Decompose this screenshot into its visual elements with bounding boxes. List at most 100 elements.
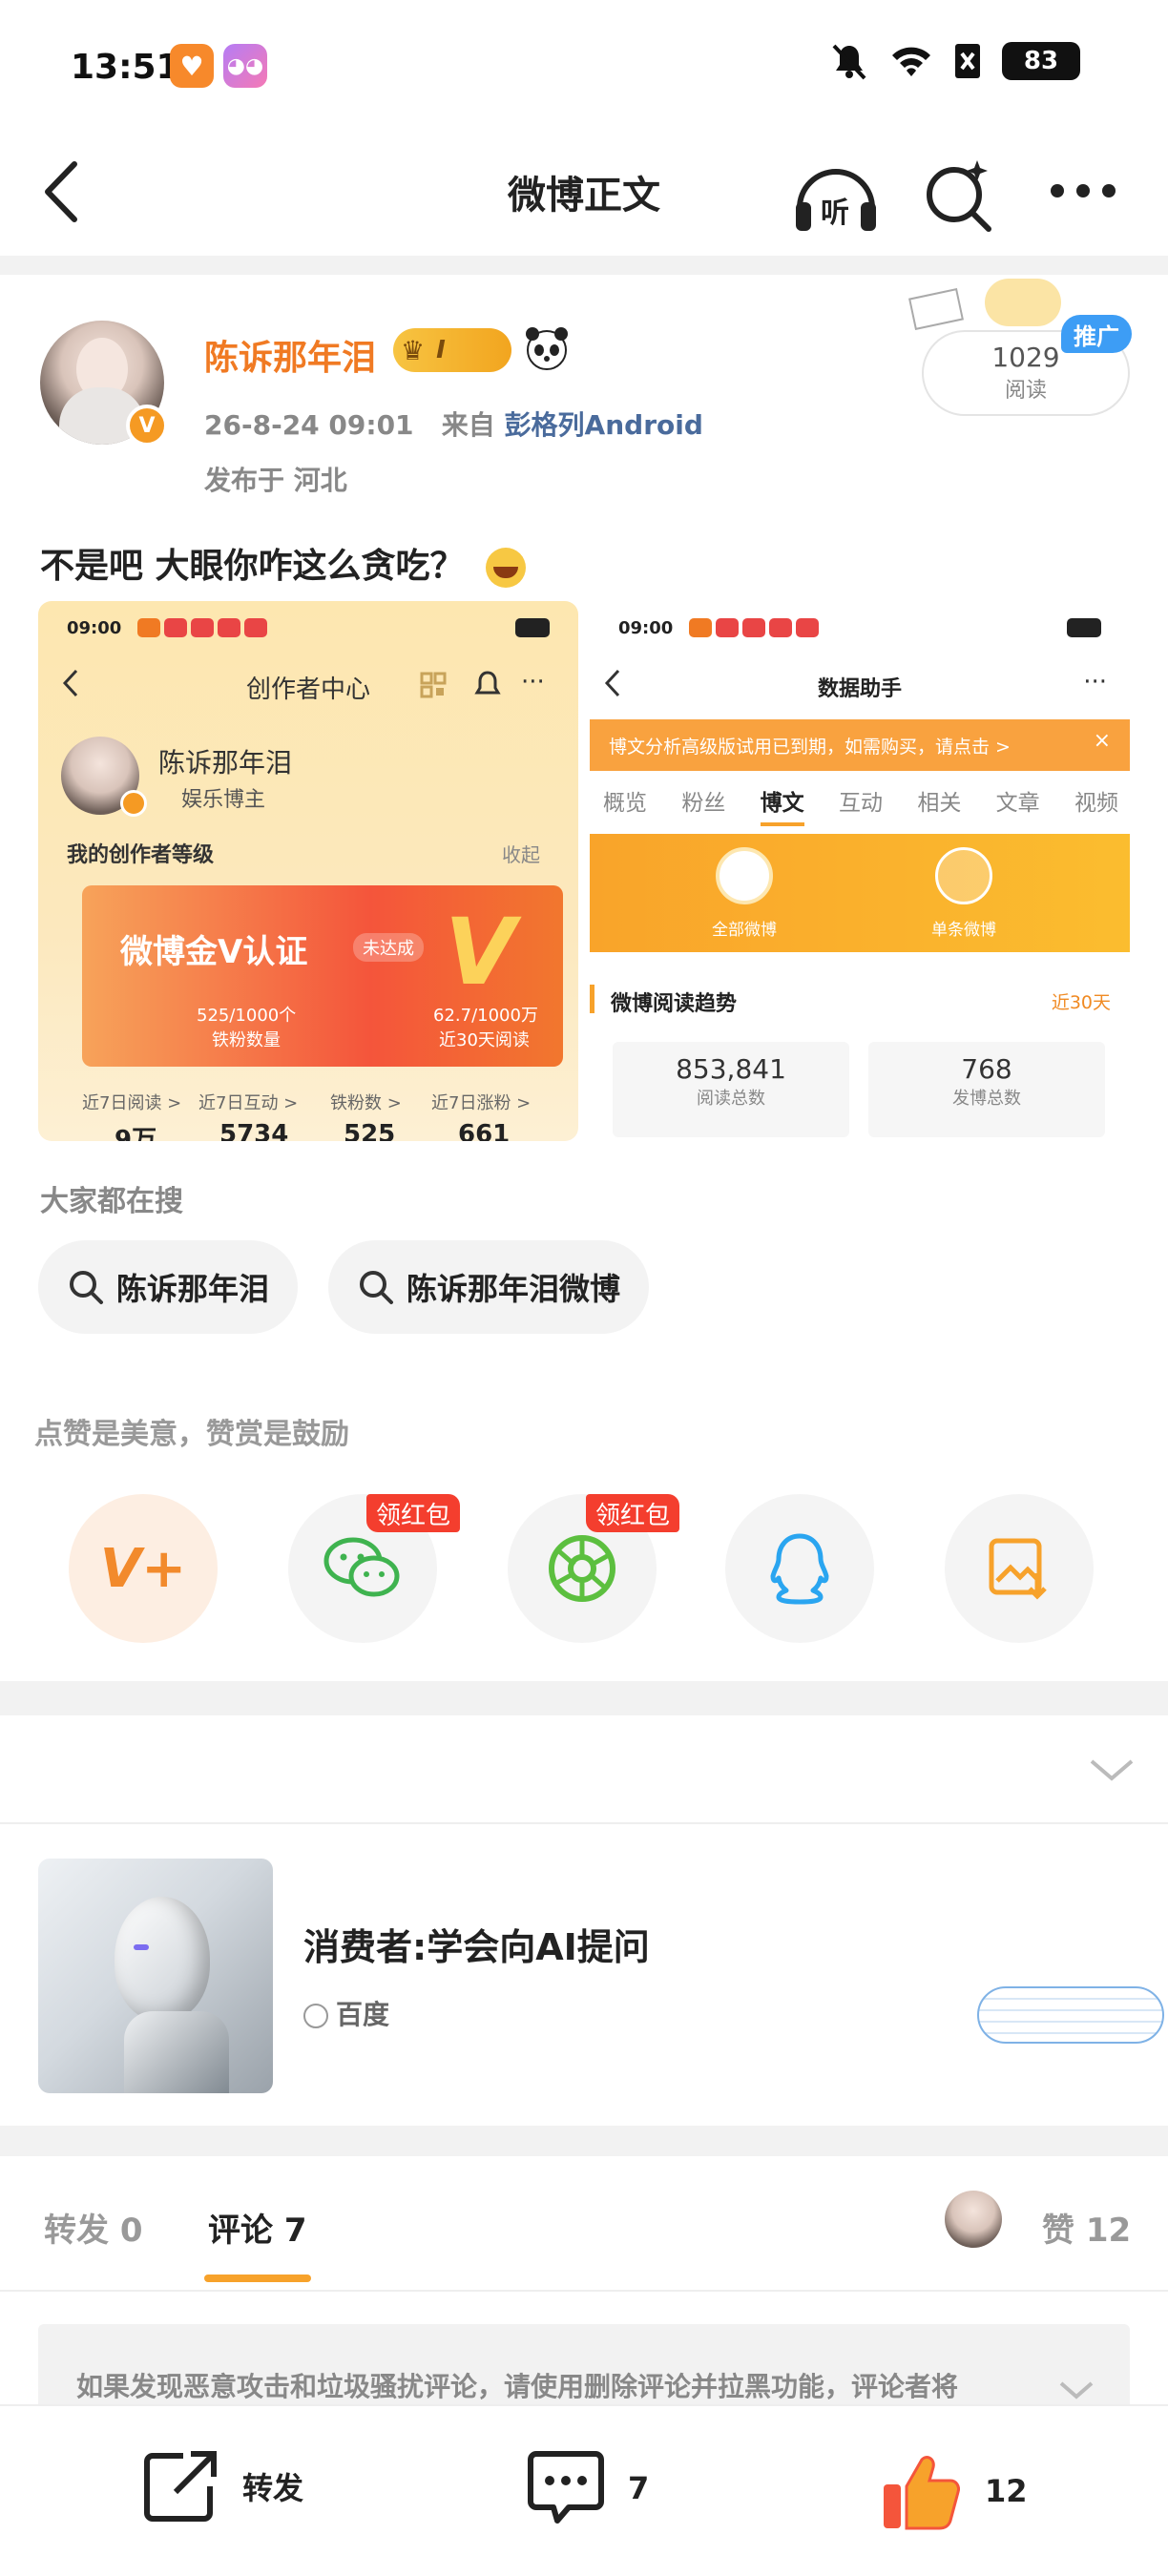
thumbs-up-icon (884, 2456, 960, 2530)
post-source[interactable]: 彭格列Android (505, 409, 703, 441)
wifi-icon (892, 47, 930, 76)
stat-value-3: 525 (344, 1120, 396, 1141)
mini2-status-icons (689, 618, 819, 637)
save-image-button[interactable] (945, 1494, 1094, 1643)
mini2-tab: 概览 (603, 791, 647, 816)
reads-total-box: 853,841 阅读总数 (613, 1042, 849, 1137)
repost-button[interactable]: 转发 (141, 2448, 303, 2524)
like-button[interactable]: 12 (878, 2448, 1028, 2534)
tab-comments[interactable]: 评论 7 (208, 2204, 307, 2251)
listen-label: 听 (821, 197, 849, 230)
mini2-battery (1067, 618, 1101, 637)
mini-author-role: 娱乐博主 (181, 788, 266, 812)
repost-icon (144, 2451, 217, 2522)
collapse-label: 收起 (502, 843, 540, 866)
ad-cta-stub[interactable] (977, 1986, 1164, 2044)
gold-v-status: 未达成 (353, 933, 424, 962)
comment-notice-text: 如果发现恶意攻击和垃圾骚扰评论，请使用删除评论并拉黑功能，评论者将 (76, 2371, 959, 2402)
reads-total-label: 阅读总数 (697, 1089, 765, 1109)
level-text: I (436, 336, 446, 364)
envelope-icon (908, 288, 964, 330)
crown-icon: ♛ (401, 334, 426, 366)
stat-label-1: 近7日阅读 > (82, 1093, 182, 1113)
all-posts-label: 全部微博 (712, 921, 777, 940)
heart-app-icon: ♥ (170, 44, 214, 88)
search-chip[interactable]: 陈诉那年泪微博 (328, 1240, 650, 1334)
search-icon (360, 1271, 393, 1304)
stat-label-4: 近7日涨粉 > (431, 1093, 532, 1113)
divider (0, 1681, 1168, 1715)
trend-range: 近30天 (1051, 992, 1111, 1013)
comment-button[interactable]: 7 (525, 2448, 649, 2528)
listen-button[interactable]: 听 (790, 155, 882, 237)
liker-avatar[interactable] (945, 2191, 1002, 2248)
divider (0, 2290, 1168, 2292)
nav-bar: 微博正文 听 (0, 134, 1168, 256)
vplus-reward-button[interactable]: V+ (69, 1494, 218, 1643)
trend-title: 微博阅读趋势 (611, 992, 738, 1016)
creator-level-title: 我的创作者等级 (67, 843, 215, 867)
mini-author-name: 陈诉那年泪 (158, 747, 293, 779)
repost-label: 转发 (242, 2470, 304, 2506)
ad-image-robot[interactable] (38, 1859, 273, 2093)
mini-qr-icon (420, 672, 447, 698)
search-chip-label: 陈诉那年泪 (116, 1271, 270, 1307)
panda-icon (526, 327, 568, 370)
level-badge: ♛ I (393, 328, 511, 372)
stat-label-3: 铁粉数 > (330, 1093, 402, 1113)
ad-title[interactable]: 消费者:学会向AI提问 (303, 1918, 650, 1970)
search-chip[interactable]: 陈诉那年泪 (38, 1240, 299, 1334)
bottom-action-bar: 转发 7 12 (0, 2404, 1168, 2576)
single-post-label: 单条微博 (931, 921, 996, 940)
reward-hint: 点赞是美意，赞赏是鼓励 (34, 1418, 349, 1451)
ai-search-icon[interactable] (920, 151, 996, 237)
reads-label: 近30天阅读 (439, 1030, 530, 1050)
more-icon[interactable] (1048, 181, 1118, 200)
mini-more-icon: ··· (521, 668, 545, 696)
mini2-tab: 相关 (917, 791, 962, 816)
post-time: 26-8-24 09:01 (204, 409, 414, 441)
orange-panel: 全部微博 单条微博 (590, 834, 1130, 952)
post-text: 不是吧 大眼你咋这么贪吃？ (40, 538, 527, 588)
from-prefix: 来自 (441, 409, 495, 441)
chevron-down-icon[interactable] (1088, 1755, 1136, 1784)
mini-status-icons (137, 618, 267, 637)
gold-v-title: 微博金V认证 (120, 933, 308, 971)
posts-total-value: 768 (961, 1053, 1012, 1085)
author-name[interactable]: 陈诉那年泪 (204, 330, 376, 380)
image-data-assistant[interactable]: 09:00 数据助手 ··· 博文分析高级版试用已到期，如需购买，请点击 > ×… (590, 601, 1130, 1141)
fans-value: 525/1000个 (197, 1006, 297, 1026)
status-time: 13:51 (71, 48, 180, 87)
reads-value: 62.7/1000万 (433, 1006, 538, 1026)
bot-app-icon: ◕◕ (223, 44, 267, 88)
status-bar: 13:51 ♥ ◕◕ 83 (0, 0, 1168, 134)
ad-source-label: 百度 (336, 1999, 390, 2030)
post-text-content: 不是吧 大眼你咋这么贪吃？ (40, 547, 465, 586)
notice-expand-icon[interactable] (1057, 2379, 1095, 2402)
trend-accent (590, 985, 594, 1013)
mini2-tab: 文章 (995, 791, 1040, 816)
post-meta: 26-8-24 09:01 来自 彭格列Android (204, 405, 703, 443)
search-section-label: 大家都在搜 (40, 1185, 183, 1218)
ad-source: 百度 (303, 1994, 389, 2032)
stat-value-4: 661 (458, 1120, 511, 1141)
mini2-status-time: 09:00 (618, 618, 674, 638)
comment-count: 7 (628, 2470, 650, 2506)
stat-value-2: 5734 (219, 1120, 289, 1141)
active-tab-indicator (204, 2275, 311, 2282)
mini2-tab: 互动 (838, 791, 883, 816)
image-creator-center[interactable]: 09:00 创作者中心 ··· 陈诉那年泪 娱乐博主 我的创作者等级 收起 微博… (38, 601, 578, 1141)
mini-battery (515, 618, 550, 637)
fans-label: 铁粉数量 (212, 1030, 281, 1050)
qq-share-button[interactable] (725, 1494, 874, 1643)
qq-icon (770, 1533, 829, 1605)
promote-badge[interactable]: 推广 (1061, 315, 1132, 353)
mini-vbadge (120, 790, 147, 817)
moments-icon (549, 1535, 615, 1602)
mute-icon (832, 44, 866, 80)
redpacket-badge: 领红包 (586, 1494, 680, 1532)
tab-repost[interactable]: 转发 0 (44, 2204, 143, 2251)
post-location: 发布于 河北 (204, 465, 347, 496)
posts-total-label: 发博总数 (952, 1089, 1021, 1109)
tab-likes[interactable]: 赞 12 (1042, 2204, 1131, 2251)
